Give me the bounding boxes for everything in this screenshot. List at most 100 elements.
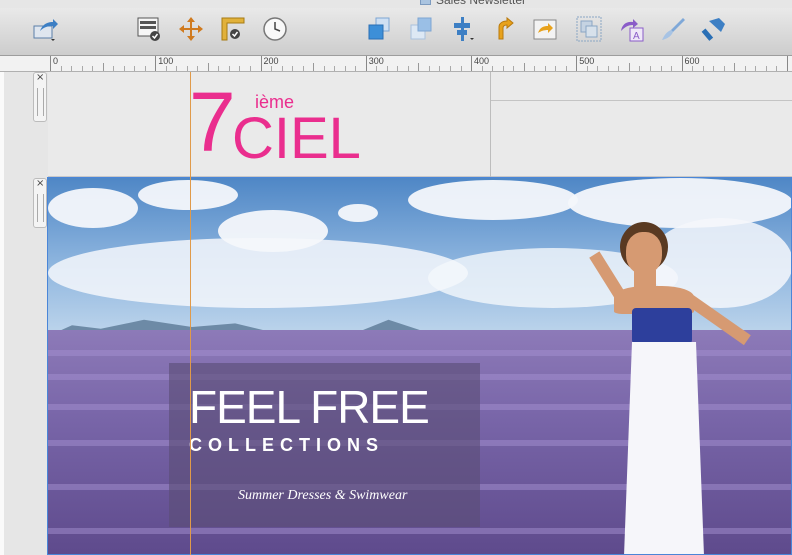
ruler-tick bbox=[776, 66, 778, 71]
ruler-tick bbox=[207, 63, 209, 71]
ruler-tick bbox=[186, 66, 188, 71]
ruler-tick bbox=[71, 66, 73, 71]
vertical-guide[interactable] bbox=[190, 72, 191, 555]
ruler-tick bbox=[428, 66, 430, 71]
ruler-major-tick bbox=[471, 56, 473, 71]
ruler-tick bbox=[323, 66, 325, 71]
ruler-label: 500 bbox=[579, 56, 595, 66]
ruler-tick bbox=[618, 66, 620, 71]
cloud bbox=[408, 180, 578, 220]
hero-tagline[interactable]: Summer Dresses & Swimwear bbox=[238, 488, 407, 504]
share-icon[interactable] bbox=[30, 14, 60, 44]
bring-front-icon[interactable] bbox=[364, 14, 394, 44]
canvas: × × 7 ième CIEL FEEL FREE COLLECTIONS Su… bbox=[0, 72, 792, 555]
ruler-major-tick bbox=[365, 56, 367, 71]
ruler-label: 300 bbox=[368, 56, 384, 66]
send-back-icon[interactable] bbox=[406, 14, 436, 44]
ruler-tick bbox=[355, 66, 357, 71]
ruler-tick bbox=[134, 66, 136, 71]
ruler-tick bbox=[292, 66, 294, 71]
clock-icon[interactable] bbox=[260, 14, 290, 44]
close-icon[interactable]: × bbox=[36, 178, 44, 189]
window-title-text: Sales Newsletter bbox=[436, 0, 527, 7]
rotate-icon[interactable] bbox=[490, 14, 520, 44]
logo-word: CIEL bbox=[232, 106, 361, 171]
ruler-tick bbox=[734, 63, 736, 71]
close-icon[interactable]: × bbox=[36, 72, 44, 83]
ruler-tick bbox=[765, 66, 767, 71]
row-handle-header[interactable]: × bbox=[33, 72, 47, 122]
cloud bbox=[48, 238, 468, 308]
brush-icon[interactable] bbox=[658, 14, 688, 44]
ruler-tick bbox=[386, 66, 388, 71]
move-icon[interactable] bbox=[176, 14, 206, 44]
ruler-tick bbox=[449, 66, 451, 71]
flip-icon[interactable] bbox=[530, 14, 560, 44]
group-icon[interactable] bbox=[574, 14, 604, 44]
ruler-tick bbox=[218, 66, 220, 71]
header-row[interactable]: 7 ième CIEL bbox=[48, 72, 792, 177]
ruler-label: 600 bbox=[684, 56, 700, 66]
ruler-tick bbox=[607, 66, 609, 71]
ruler-tick bbox=[702, 66, 704, 71]
ruler-tick bbox=[249, 66, 251, 71]
canvas-edge bbox=[0, 72, 4, 555]
woman-face bbox=[626, 232, 662, 274]
ruler-tick bbox=[123, 66, 125, 71]
ruler-label: 0 bbox=[53, 56, 59, 66]
ruler-tick bbox=[523, 63, 525, 71]
ruler-tick bbox=[113, 66, 115, 71]
align-icon[interactable] bbox=[448, 14, 478, 44]
ruler-tick bbox=[81, 66, 83, 71]
ruler-tick bbox=[407, 66, 409, 71]
cloud bbox=[48, 188, 138, 228]
ruler-tick bbox=[660, 66, 662, 71]
ruler-tick bbox=[502, 66, 504, 71]
ruler-check-icon[interactable] bbox=[218, 14, 248, 44]
ruler-tick bbox=[639, 66, 641, 71]
ruler-tick bbox=[755, 66, 757, 71]
ruler-tick bbox=[376, 66, 378, 71]
ruler-tick bbox=[197, 66, 199, 71]
cloud bbox=[138, 180, 238, 210]
woman-top bbox=[632, 308, 692, 344]
ruler-tick bbox=[144, 66, 146, 71]
ruler-tick bbox=[302, 66, 304, 71]
ruler-tick bbox=[228, 66, 230, 71]
ruler-tick bbox=[744, 66, 746, 71]
ruler-major-tick bbox=[155, 56, 157, 71]
ruler-tick bbox=[534, 66, 536, 71]
ruler-major-tick bbox=[681, 56, 683, 71]
window-title: Sales Newsletter bbox=[0, 0, 792, 8]
paint-icon[interactable] bbox=[698, 14, 728, 44]
ruler-tick bbox=[649, 66, 651, 71]
ruler-tick bbox=[439, 66, 441, 71]
svg-text:A: A bbox=[633, 31, 640, 42]
hero-subhead[interactable]: COLLECTIONS bbox=[189, 435, 384, 456]
ruler-tick bbox=[597, 66, 599, 71]
text-style-icon[interactable]: A bbox=[616, 14, 646, 44]
ruler-major-tick bbox=[786, 56, 788, 71]
ruler-tick bbox=[628, 63, 630, 71]
drag-grip-icon[interactable] bbox=[37, 194, 44, 222]
cell-divider bbox=[490, 72, 491, 177]
ruler-major-tick bbox=[50, 56, 51, 71]
ruler-tick bbox=[313, 63, 315, 71]
ruler-tick bbox=[176, 66, 178, 71]
ruler-label: 100 bbox=[158, 56, 174, 66]
drag-grip-icon[interactable] bbox=[37, 88, 44, 116]
ruler-tick bbox=[565, 66, 567, 71]
hero-headline[interactable]: FEEL FREE bbox=[189, 380, 430, 434]
cloud bbox=[338, 204, 378, 222]
document-icon bbox=[420, 0, 431, 5]
hero-image[interactable] bbox=[47, 177, 792, 555]
row-handle-hero[interactable]: × bbox=[33, 178, 47, 228]
ruler-tick bbox=[555, 66, 557, 71]
ruler-tick bbox=[481, 66, 483, 71]
ruler-tick bbox=[165, 66, 167, 71]
ruler-tick bbox=[239, 66, 241, 71]
checklist-icon[interactable] bbox=[134, 14, 164, 44]
ruler-tick bbox=[281, 66, 283, 71]
cloud bbox=[568, 178, 791, 228]
ruler-tick bbox=[271, 66, 273, 71]
